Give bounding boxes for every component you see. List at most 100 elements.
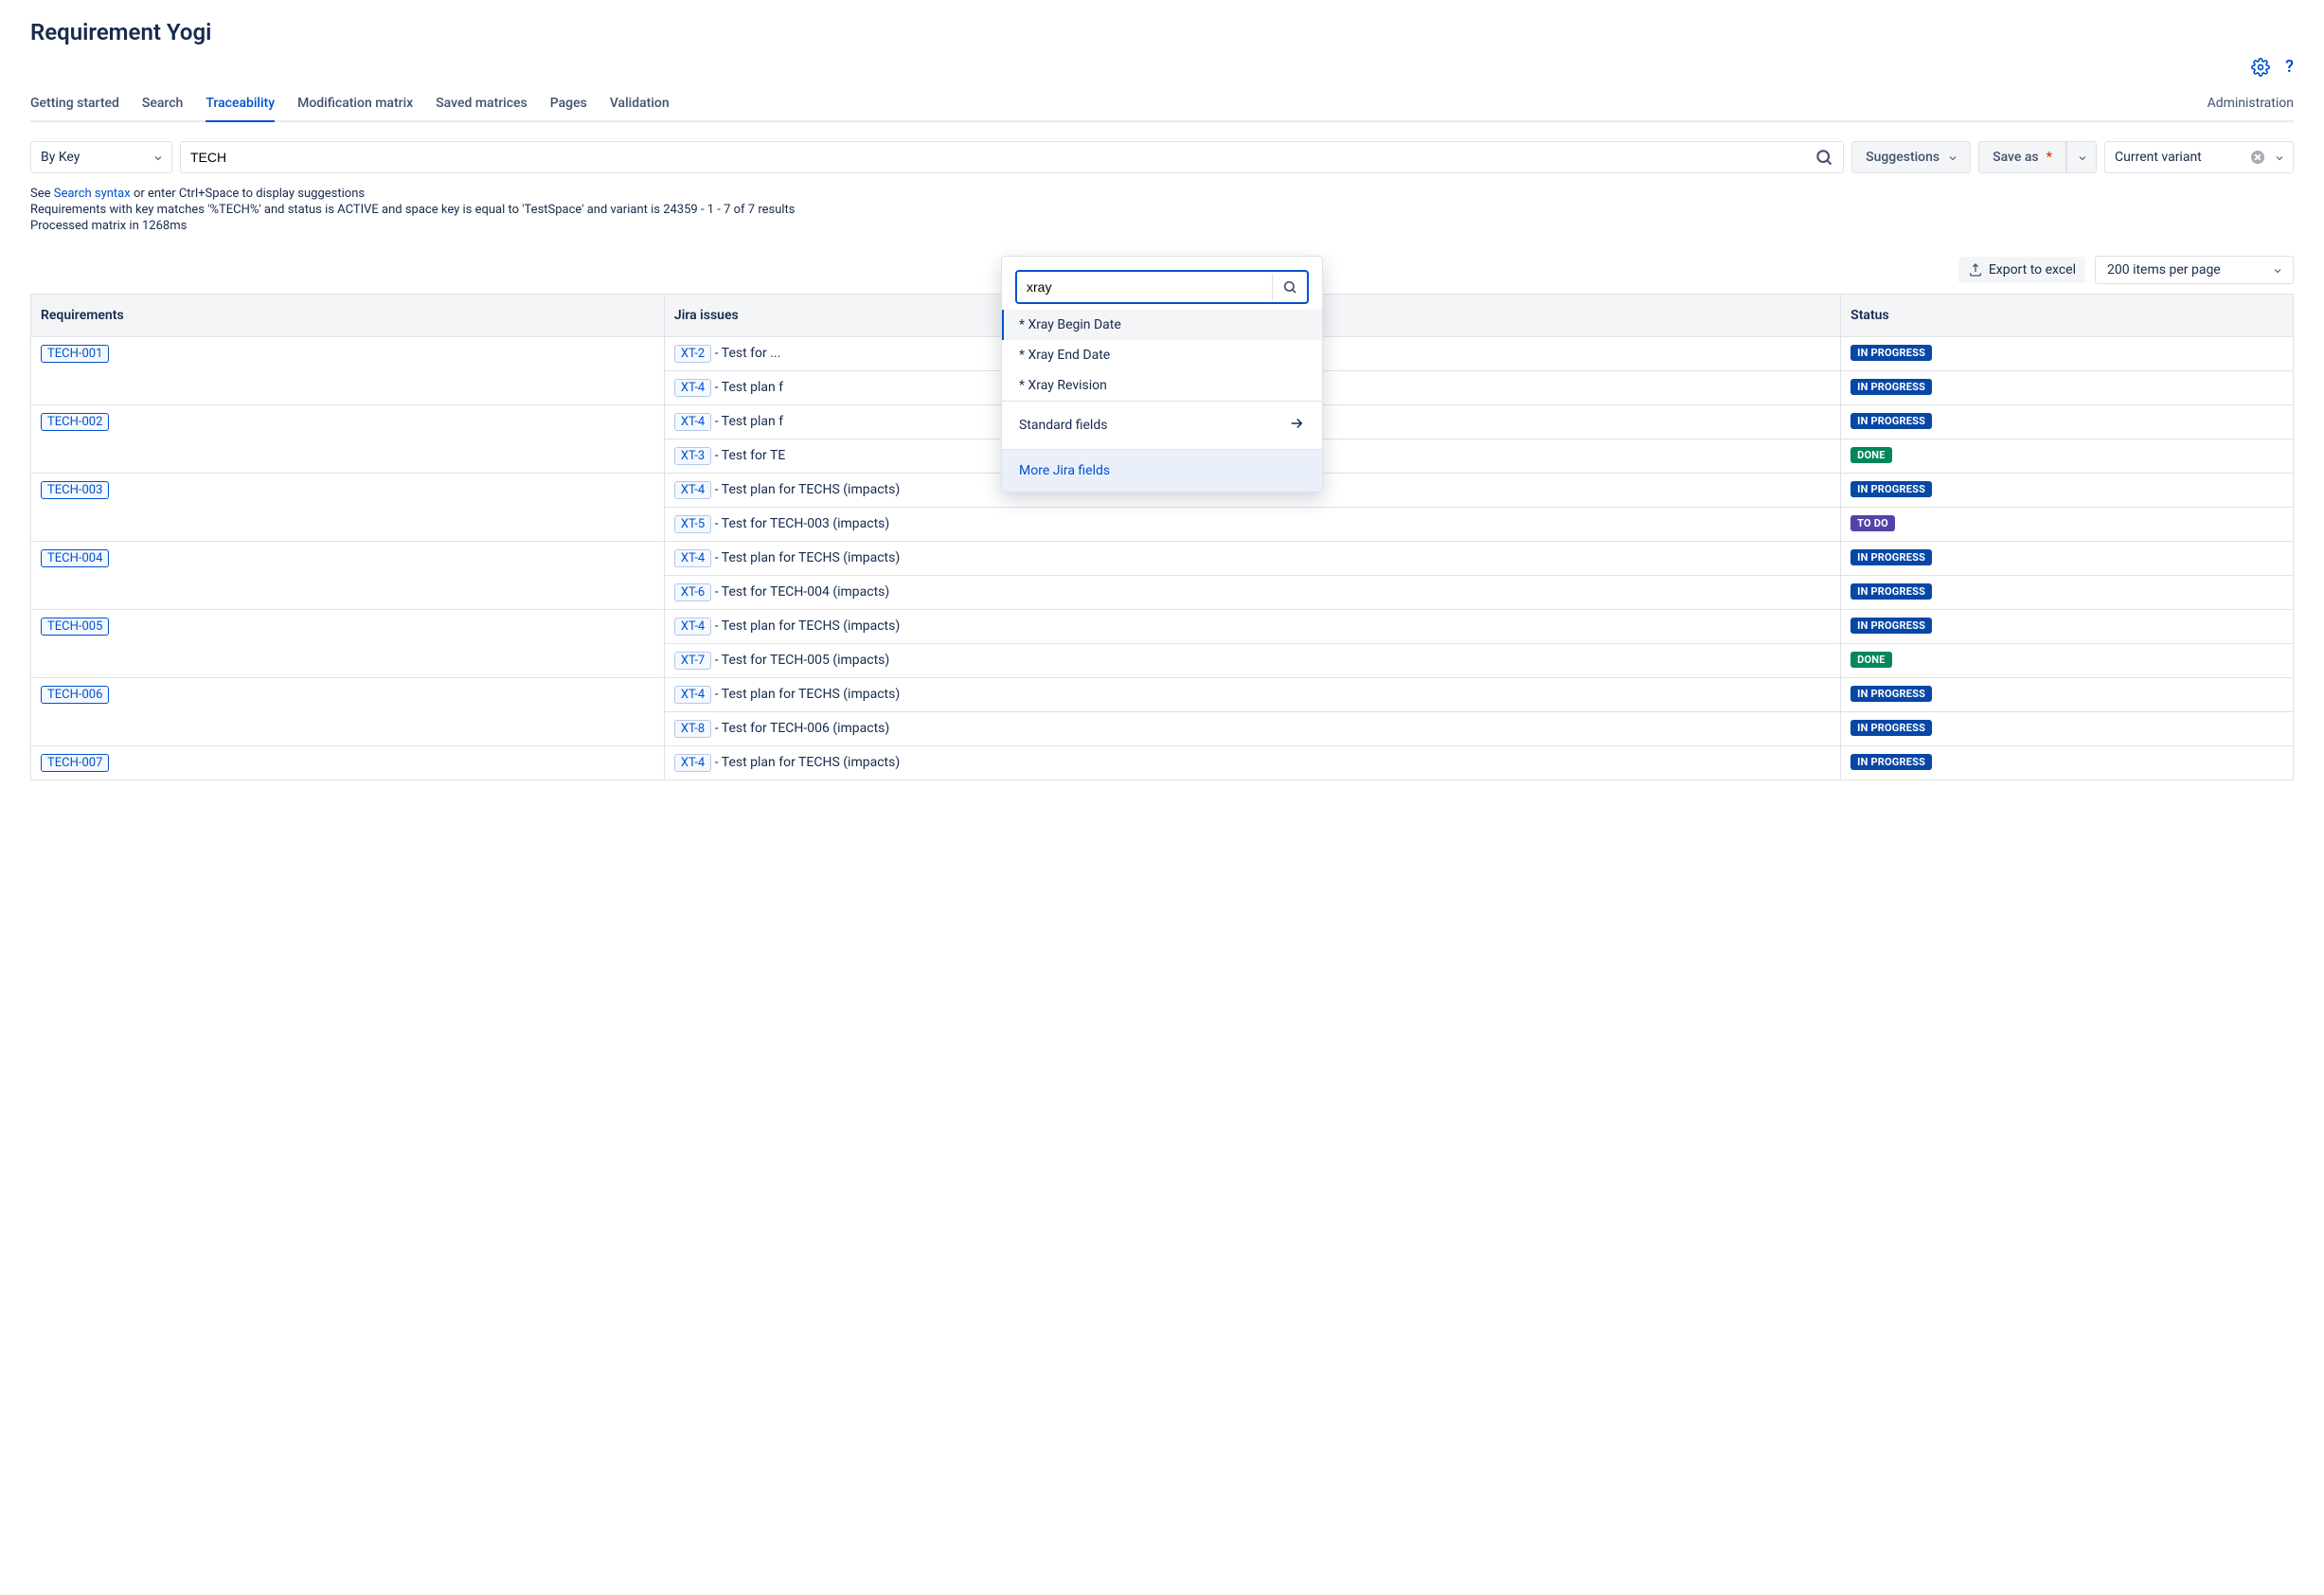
variant-select[interactable]: Current variant (2104, 141, 2294, 173)
status-badge: IN PROGRESS (1850, 583, 1932, 600)
tab-modification-matrix[interactable]: Modification matrix (297, 88, 413, 122)
tab-saved-matrices[interactable]: Saved matrices (436, 88, 527, 122)
requirement-link[interactable]: TECH-005 (41, 618, 109, 636)
jira-issue-text: - Test plan for TECHS (impacts) (711, 687, 900, 702)
export-excel-button[interactable]: Export to excel (1958, 257, 2085, 283)
requirement-cell: TECH-006 (31, 678, 665, 746)
popover-item[interactable]: * Xray End Date (1002, 340, 1322, 370)
status-cell: IN PROGRESS (1841, 678, 2294, 712)
status-cell: IN PROGRESS (1841, 610, 2294, 644)
jira-issue-cell: XT-4 - Test plan for TECHS (impacts) (664, 542, 1840, 576)
status-badge: TO DO (1850, 515, 1895, 531)
tab-traceability[interactable]: Traceability (206, 88, 275, 122)
gear-icon[interactable] (2251, 58, 2270, 77)
jira-issue-text: - Test for TECH-003 (impacts) (711, 516, 889, 531)
jira-issue-link[interactable]: XT-7 (674, 652, 711, 670)
jira-issue-link[interactable]: XT-4 (674, 549, 711, 567)
status-badge: IN PROGRESS (1850, 379, 1932, 395)
popover-filter-input[interactable] (1017, 272, 1272, 302)
jira-issue-text: - Test for TECH-006 (impacts) (711, 721, 889, 736)
help-icon[interactable]: ? (2285, 57, 2294, 77)
administration-link[interactable]: Administration (2208, 88, 2294, 120)
jira-issue-link[interactable]: XT-4 (674, 379, 711, 397)
search-input-wrapper (180, 141, 1844, 173)
chevron-down-icon (1947, 152, 1957, 162)
jira-issue-cell: XT-7 - Test for TECH-005 (impacts) (664, 644, 1840, 678)
query-summary: Requirements with key matches '%TECH%' a… (30, 203, 2294, 217)
chevron-down-icon (152, 152, 162, 162)
search-input[interactable] (190, 142, 1815, 172)
page-size-select[interactable]: 200 items per page (2095, 256, 2294, 284)
status-cell: IN PROGRESS (1841, 542, 2294, 576)
search-mode-select[interactable]: By Key (30, 141, 172, 173)
status-badge: IN PROGRESS (1850, 481, 1932, 497)
requirement-link[interactable]: TECH-001 (41, 345, 109, 363)
jira-issue-text: - Test for ... (711, 346, 780, 361)
clear-variant-icon[interactable] (2251, 151, 2264, 164)
status-cell: IN PROGRESS (1841, 337, 2294, 371)
processed-time: Processed matrix in 1268ms (30, 219, 2294, 233)
jira-issue-cell: XT-5 - Test for TECH-003 (impacts) (664, 508, 1840, 542)
requirement-cell: TECH-002 (31, 405, 665, 474)
status-cell: DONE (1841, 439, 2294, 474)
jira-issue-cell: XT-4 - Test plan for TECHS (impacts) (664, 678, 1840, 712)
status-cell: TO DO (1841, 508, 2294, 542)
jira-issue-text: - Test plan for TECHS (impacts) (711, 618, 900, 634)
tab-getting-started[interactable]: Getting started (30, 88, 119, 122)
status-badge: IN PROGRESS (1850, 618, 1932, 634)
chevron-down-icon (2274, 152, 2283, 162)
jira-issue-cell: XT-4 - Test plan for TECHS (impacts) (664, 746, 1840, 780)
jira-issue-link[interactable]: XT-5 (674, 515, 711, 533)
search-icon[interactable] (1272, 274, 1307, 300)
popover-item[interactable]: * Xray Begin Date (1002, 310, 1322, 340)
popover-standard-fields[interactable]: Standard fields (1002, 402, 1322, 450)
tab-search[interactable]: Search (142, 88, 183, 122)
save-as-dropdown[interactable] (2066, 141, 2097, 173)
jira-issue-cell: XT-8 - Test for TECH-006 (impacts) (664, 712, 1840, 746)
requirement-cell: TECH-005 (31, 610, 665, 678)
tab-bar: Getting started Search Traceability Modific… (30, 88, 670, 120)
tab-pages[interactable]: Pages (550, 88, 587, 122)
popover-item[interactable]: * Xray Revision (1002, 370, 1322, 401)
status-cell: DONE (1841, 644, 2294, 678)
jira-issue-link[interactable]: XT-4 (674, 686, 711, 704)
export-icon (1968, 262, 1983, 278)
status-cell: IN PROGRESS (1841, 474, 2294, 508)
jira-issue-text: - Test for TECH-005 (impacts) (711, 653, 889, 668)
requirement-link[interactable]: TECH-003 (41, 481, 109, 499)
jira-issue-link[interactable]: XT-4 (674, 618, 711, 636)
requirement-cell: TECH-007 (31, 746, 665, 780)
column-header: Status (1841, 295, 2294, 337)
jira-issue-link[interactable]: XT-8 (674, 720, 711, 738)
column-fields-popover: * Xray Begin Date* Xray End Date* Xray R… (1001, 256, 1323, 493)
jira-issue-link[interactable]: XT-4 (674, 481, 711, 499)
jira-issue-text: - Test plan for TECHS (impacts) (711, 482, 900, 497)
requirement-link[interactable]: TECH-007 (41, 754, 109, 772)
jira-issue-link[interactable]: XT-3 (674, 447, 711, 465)
requirement-link[interactable]: TECH-004 (41, 549, 109, 567)
status-badge: IN PROGRESS (1850, 345, 1932, 361)
requirement-link[interactable]: TECH-006 (41, 686, 109, 704)
jira-issue-link[interactable]: XT-4 (674, 413, 711, 431)
table-row: TECH-004 XT-4 - Test plan for TECHS (impa… (31, 542, 2294, 576)
arrow-right-icon (1288, 415, 1305, 436)
requirement-cell: TECH-001 (31, 337, 665, 405)
page-title: Requirement Yogi (30, 19, 2294, 45)
suggestions-button[interactable]: Suggestions (1851, 141, 1971, 173)
status-badge: DONE (1850, 652, 1891, 668)
search-syntax-link[interactable]: Search syntax (54, 187, 131, 201)
requirement-link[interactable]: TECH-002 (41, 413, 109, 431)
search-icon[interactable] (1815, 148, 1833, 167)
jira-issue-text: - Test plan for TECHS (impacts) (711, 755, 900, 770)
table-row: TECH-007 XT-4 - Test plan for TECHS (impa… (31, 746, 2294, 780)
jira-issue-link[interactable]: XT-4 (674, 754, 711, 772)
jira-issue-text: - Test for TE (711, 448, 785, 463)
save-as-button[interactable]: Save as* (1978, 141, 2066, 173)
popover-more-jira-fields[interactable]: More Jira fields (1002, 450, 1322, 492)
chevron-down-icon (2077, 152, 2086, 162)
table-row: TECH-005 XT-4 - Test plan for TECHS (impa… (31, 610, 2294, 644)
tab-validation[interactable]: Validation (610, 88, 670, 122)
requirement-cell: TECH-003 (31, 474, 665, 542)
jira-issue-link[interactable]: XT-2 (674, 345, 711, 363)
jira-issue-link[interactable]: XT-6 (674, 583, 711, 601)
